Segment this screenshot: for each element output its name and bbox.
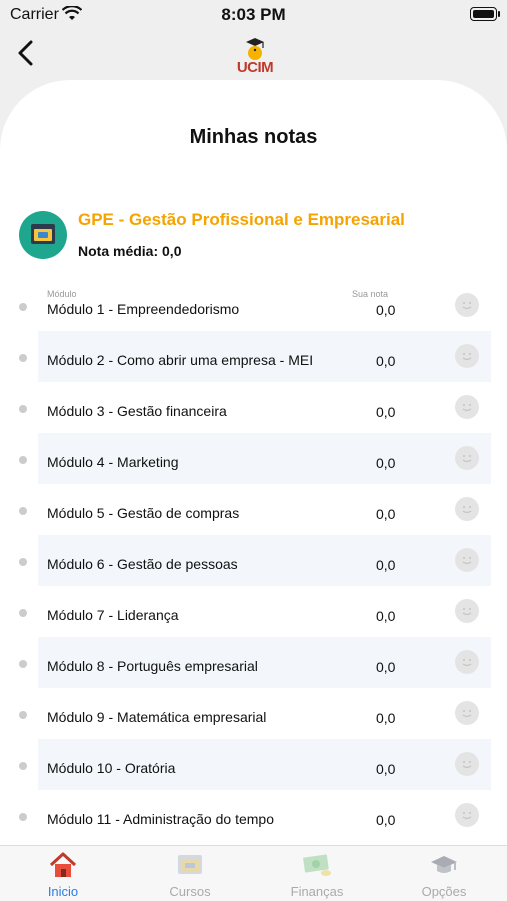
module-row: Módulo 2 - Como abrir uma empresa - MEI … <box>19 331 491 382</box>
tab-opcoes[interactable]: Opções <box>381 846 507 901</box>
ucim-logo: UCIM <box>233 36 277 76</box>
bullet-icon <box>19 711 27 719</box>
smiley-icon[interactable] <box>455 752 479 776</box>
bullet-icon <box>19 405 27 413</box>
smiley-icon[interactable] <box>455 497 479 521</box>
module-label: Módulo 11 - Administração do tempo <box>47 811 274 827</box>
module-grade: 0,0 <box>376 455 396 471</box>
course-icon <box>19 211 67 259</box>
bullet-icon <box>19 762 27 770</box>
course-average: Nota média: 0,0 <box>78 243 182 259</box>
module-grade: 0,0 <box>376 506 396 522</box>
module-grade: 0,0 <box>376 710 396 726</box>
module-label: Módulo 10 - Oratória <box>47 760 176 776</box>
tab-label: Cursos <box>169 884 211 899</box>
battery-icon <box>470 7 500 21</box>
module-grade: 0,0 <box>376 608 396 624</box>
module-row: Módulo 3 - Gestão financeira 0,0 <box>19 382 491 433</box>
chevron-left-icon <box>18 40 33 66</box>
tab-label: Opções <box>421 884 467 899</box>
module-row: Módulo 11 - Administração do tempo 0,0 <box>19 790 491 841</box>
smiley-icon[interactable] <box>455 344 479 368</box>
module-row: Módulo 1 - Empreendedorismo 0,0 <box>19 280 491 331</box>
page-title: Minhas notas <box>189 126 318 148</box>
logo-text: UCIM <box>236 59 274 76</box>
status-bar: Carrier 8:03 PM <box>0 0 507 30</box>
smiley-icon[interactable] <box>455 548 479 572</box>
module-grade: 0,0 <box>376 302 396 318</box>
bullet-icon <box>19 609 27 617</box>
tab-inicio[interactable]: Inicio <box>0 846 126 901</box>
grades-card: Minhas notas GPE - Gestão Profissional e… <box>0 80 507 845</box>
money-icon <box>303 854 331 876</box>
smiley-icon[interactable] <box>455 803 479 827</box>
home-icon <box>49 852 77 877</box>
module-label: Módulo 8 - Português empresarial <box>47 658 258 674</box>
module-row: Módulo 7 - Liderança 0,0 <box>19 586 491 637</box>
module-label: Módulo 4 - Marketing <box>47 454 179 470</box>
bullet-icon <box>19 456 27 464</box>
bullet-icon <box>19 813 27 821</box>
tab-financas[interactable]: Finanças <box>254 846 380 901</box>
module-label: Módulo 3 - Gestão financeira <box>47 403 227 419</box>
bullet-icon <box>19 558 27 566</box>
module-grade: 0,0 <box>376 761 396 777</box>
module-row: Módulo 10 - Oratória 0,0 <box>19 739 491 790</box>
module-label: Módulo 2 - Como abrir uma empresa - MEI <box>47 352 314 368</box>
tab-label: Finanças <box>290 884 344 899</box>
bullet-icon <box>19 354 27 362</box>
tab-label: Inicio <box>47 884 79 899</box>
tab-bar: Inicio Cursos Finanças Opções <box>0 845 507 901</box>
module-label: Módulo 9 - Matemática empresarial <box>47 709 267 725</box>
bullet-icon <box>19 303 27 311</box>
module-row: Módulo 4 - Marketing 0,0 <box>19 433 491 484</box>
module-grade: 0,0 <box>376 812 396 828</box>
smiley-icon[interactable] <box>455 446 479 470</box>
module-row: Módulo 6 - Gestão de pessoas 0,0 <box>19 535 491 586</box>
smiley-icon[interactable] <box>455 599 479 623</box>
module-row: Módulo 9 - Matemática empresarial 0,0 <box>19 688 491 739</box>
module-grade: 0,0 <box>376 404 396 420</box>
module-label: Módulo 5 - Gestão de compras <box>47 505 240 521</box>
module-row: Módulo 8 - Português empresarial 0,0 <box>19 637 491 688</box>
status-time: 8:03 PM <box>221 5 286 24</box>
tab-cursos[interactable]: Cursos <box>127 846 253 901</box>
smiley-icon[interactable] <box>455 650 479 674</box>
nav-bar: UCIM <box>0 30 507 80</box>
module-label: Módulo 7 - Liderança <box>47 607 179 623</box>
module-grade: 0,0 <box>376 353 396 369</box>
bullet-icon <box>19 660 27 668</box>
course-icon <box>178 855 202 874</box>
course-name: GPE - Gestão Profissional e Empresarial <box>78 210 405 229</box>
graduation-cap-icon <box>431 856 457 873</box>
smiley-icon[interactable] <box>455 293 479 317</box>
smiley-icon[interactable] <box>455 701 479 725</box>
module-label: Módulo 1 - Empreendedorismo <box>47 301 240 317</box>
module-grade: 0,0 <box>376 557 396 573</box>
module-grade: 0,0 <box>376 659 396 675</box>
smiley-icon[interactable] <box>455 395 479 419</box>
back-button[interactable] <box>12 36 42 70</box>
module-label: Módulo 6 - Gestão de pessoas <box>47 556 238 572</box>
module-row: Módulo 5 - Gestão de compras 0,0 <box>19 484 491 535</box>
bullet-icon <box>19 507 27 515</box>
